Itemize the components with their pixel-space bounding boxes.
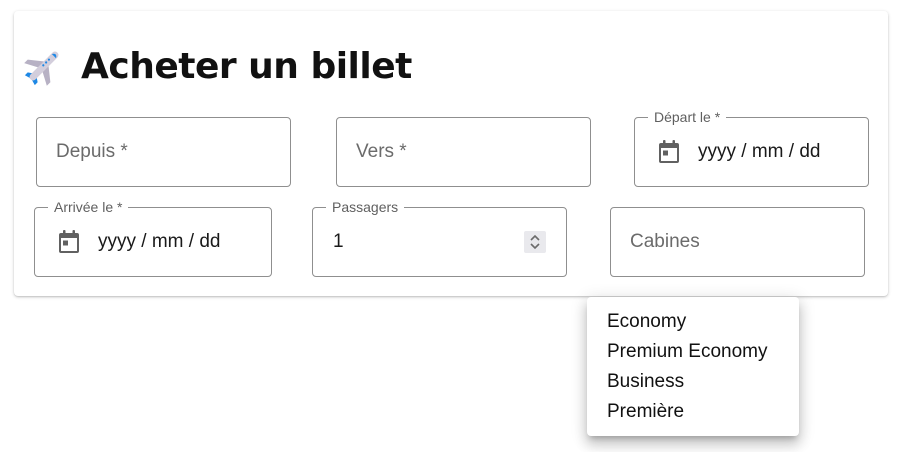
departure-date-value: yyyy / mm / dd [698, 141, 821, 162]
menu-item-premium-economy[interactable]: Premium Economy [587, 337, 799, 367]
menu-item-business[interactable]: Business [587, 367, 799, 397]
cabins-select[interactable]: Cabines [610, 207, 865, 277]
menu-item-premiere[interactable]: Première [587, 397, 799, 427]
passengers-stepper[interactable] [524, 231, 546, 253]
page-header: Acheter un billet [22, 40, 412, 92]
passengers-label: Passagers [326, 199, 405, 215]
cabins-dropdown-menu: Economy Premium Economy Business Premièr… [587, 297, 799, 436]
cabins-placeholder: Cabines [630, 231, 700, 252]
to-field[interactable]: Vers * [336, 117, 591, 187]
departure-date-field[interactable]: Départ le * yyyy / mm / dd [634, 109, 869, 187]
page-title: Acheter un billet [81, 45, 412, 87]
arrival-label: Arrivée le * [48, 199, 129, 215]
airplane-icon [22, 44, 66, 88]
calendar-icon[interactable] [657, 139, 681, 165]
passengers-value: 1 [333, 231, 344, 252]
stepper-arrows-icon [530, 234, 540, 250]
from-field[interactable]: Depuis * [36, 117, 291, 187]
menu-item-economy[interactable]: Economy [587, 307, 799, 337]
arrival-date-field[interactable]: Arrivée le * yyyy / mm / dd [34, 199, 272, 277]
calendar-icon[interactable] [57, 229, 81, 255]
to-placeholder: Vers * [356, 141, 407, 162]
from-placeholder: Depuis * [56, 141, 128, 162]
arrival-date-value: yyyy / mm / dd [98, 231, 221, 252]
departure-label: Départ le * [648, 109, 727, 125]
passengers-field[interactable]: Passagers 1 [312, 199, 567, 277]
